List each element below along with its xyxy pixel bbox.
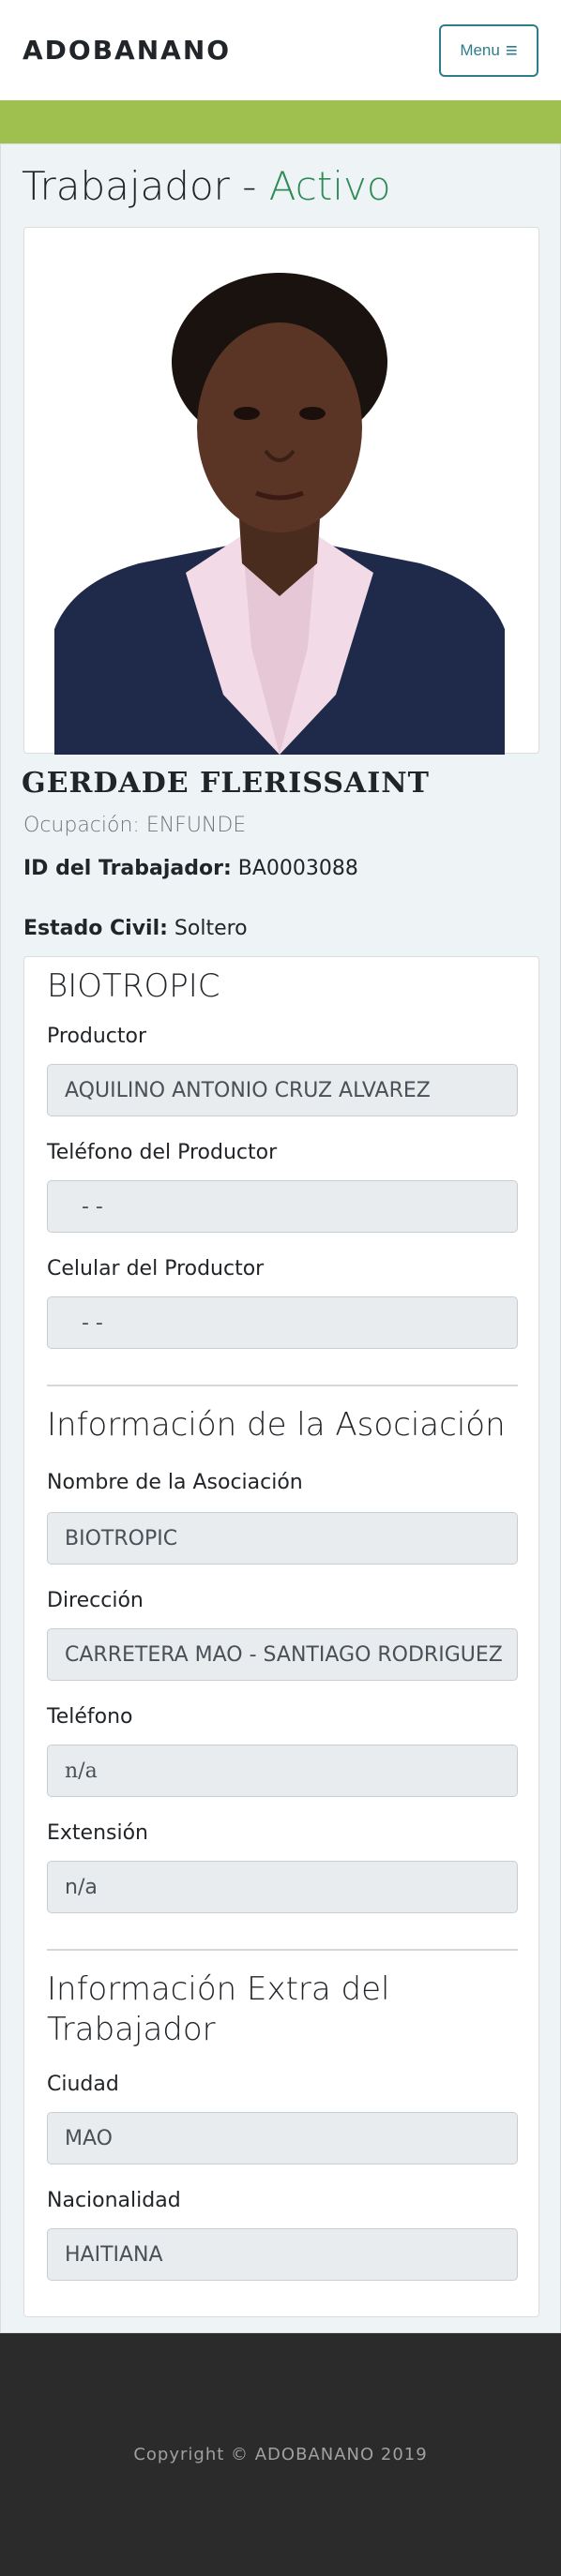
nationality-field[interactable]: HAITIANA (47, 2228, 518, 2281)
producer-cell-field[interactable]: - - (47, 1296, 518, 1349)
menu-button[interactable]: Menu ≡ (439, 23, 538, 77)
marital-status-value: Soltero (174, 917, 248, 940)
menu-label: Menu (460, 40, 500, 59)
association-name-label: Nombre de la Asociación (47, 1471, 303, 1494)
page-title-text: Trabajador - (22, 163, 269, 209)
worker-profile: Trabajador - Activo GERDADE FLERISSAINT … (0, 143, 561, 2333)
footer: Copyright © ADOBANANO 2019 (0, 2333, 561, 2576)
producer-cell-label: Celular del Productor (47, 1257, 265, 1281)
extra-info-heading-line1: Información Extra del (47, 1970, 390, 2008)
photo-card (23, 227, 539, 755)
association-address-label: Dirección (47, 1589, 144, 1612)
city-field[interactable]: MAO (47, 2112, 518, 2164)
producer-label: Productor (47, 1025, 147, 1048)
brand-logo[interactable]: ADOBANANO (23, 35, 231, 66)
producer-field[interactable]: AQUILINO ANTONIO CRUZ ALVAREZ (47, 1064, 518, 1116)
worker-id-value: BA0003088 (237, 857, 358, 880)
association-extension-label: Extensión (47, 1821, 149, 1845)
worker-id-label: ID del Trabajador: (23, 857, 232, 880)
info-card: BIOTROPIC Productor AQUILINO ANTONIO CRU… (23, 956, 539, 2317)
marital-status-label: Estado Civil: (23, 917, 168, 940)
section-divider (47, 1949, 518, 1951)
association-name-field[interactable]: BIOTROPIC (47, 1512, 518, 1565)
association-heading: Información de la Asociación (47, 1406, 506, 1444)
worker-name: GERDADE FLERISSAINT (22, 767, 430, 800)
status-text: Activo (268, 163, 391, 209)
accent-bar (0, 100, 561, 143)
producer-phone-field[interactable]: - - (47, 1180, 518, 1233)
association-phone-field[interactable]: n/a (47, 1745, 518, 1797)
nationality-label: Nacionalidad (47, 2189, 181, 2212)
extra-info-heading: Información Extra del Trabajador (47, 1969, 389, 2049)
worker-id: ID del Trabajador: BA0003088 (23, 857, 358, 880)
marital-status: Estado Civil: Soltero (23, 917, 248, 940)
association-phone-label: Teléfono (47, 1705, 133, 1729)
extra-info-heading-line2: Trabajador (47, 2010, 216, 2048)
producer-phone-label: Teléfono del Productor (47, 1141, 278, 1164)
copyright-text: Copyright © ADOBANANO 2019 (133, 2445, 428, 2464)
navbar: ADOBANANO Menu ≡ (0, 0, 561, 100)
section-divider (47, 1385, 518, 1386)
association-address-field[interactable]: CARRETERA MAO - SANTIAGO RODRIGUEZ (47, 1628, 518, 1681)
page-title: Trabajador - Activo (22, 163, 391, 209)
city-label: Ciudad (47, 2073, 119, 2096)
producer-section-heading: BIOTROPIC (47, 967, 220, 1005)
hamburger-icon: ≡ (505, 37, 518, 62)
worker-occupation: Ocupación: ENFUNDE (23, 814, 247, 837)
worker-photo (54, 254, 505, 755)
association-extension-field[interactable]: n/a (47, 1861, 518, 1913)
